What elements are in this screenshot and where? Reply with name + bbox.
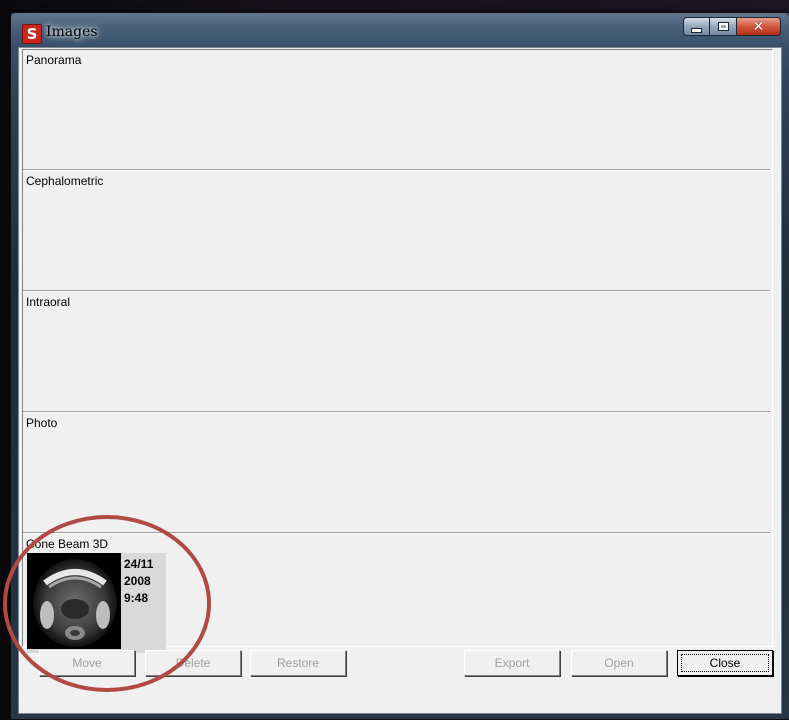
minimize-icon [691,28,702,33]
ct-scan-graphic [27,553,121,649]
close-icon: ✕ [752,18,765,35]
thumbnail-date-day-month: 24/11 [124,557,154,571]
close-button[interactable]: Close [677,650,773,676]
delete-button[interactable]: Delete [145,650,241,676]
category-intraoral[interactable]: Intraoral [23,292,770,412]
image-categories-panel: Panorama Cephalometric Intraoral Photo C… [22,49,773,653]
export-button[interactable]: Export [464,650,560,676]
window-title: Images [46,24,98,40]
app-s-icon[interactable]: S [22,24,42,44]
focus-rectangle [681,654,769,672]
category-label: Panorama [26,53,82,67]
category-label: Cephalometric [26,174,104,188]
maximize-icon [717,22,729,31]
window-controls: ✕ [683,17,781,36]
title-bar[interactable]: S Images ✕ [11,13,789,47]
thumbnail-timestamp: 24/11 2008 9:48 [124,556,153,607]
move-button[interactable]: Move [39,650,135,676]
ct-scan-image[interactable] [27,553,121,649]
restore-button[interactable]: Restore [250,650,346,676]
category-cone-beam-3d[interactable]: Cone Beam 3D 24/11 2008 9:48 [23,534,770,653]
open-button[interactable]: Open [571,650,667,676]
category-photo[interactable]: Photo [23,413,770,533]
category-cephalometric[interactable]: Cephalometric [23,171,770,291]
thumbnail-time: 9:48 [124,591,149,605]
maximize-button[interactable] [710,17,737,36]
cone-beam-thumbnail[interactable]: 24/11 2008 9:48 [27,553,166,653]
category-label: Photo [26,416,58,430]
category-panorama[interactable]: Panorama [23,50,770,170]
category-label: Intraoral [26,295,71,309]
thumbnail-date-year: 2008 [124,574,151,588]
close-window-button[interactable]: ✕ [737,17,781,36]
minimize-button[interactable] [683,17,710,36]
category-label: Cone Beam 3D [26,537,109,551]
